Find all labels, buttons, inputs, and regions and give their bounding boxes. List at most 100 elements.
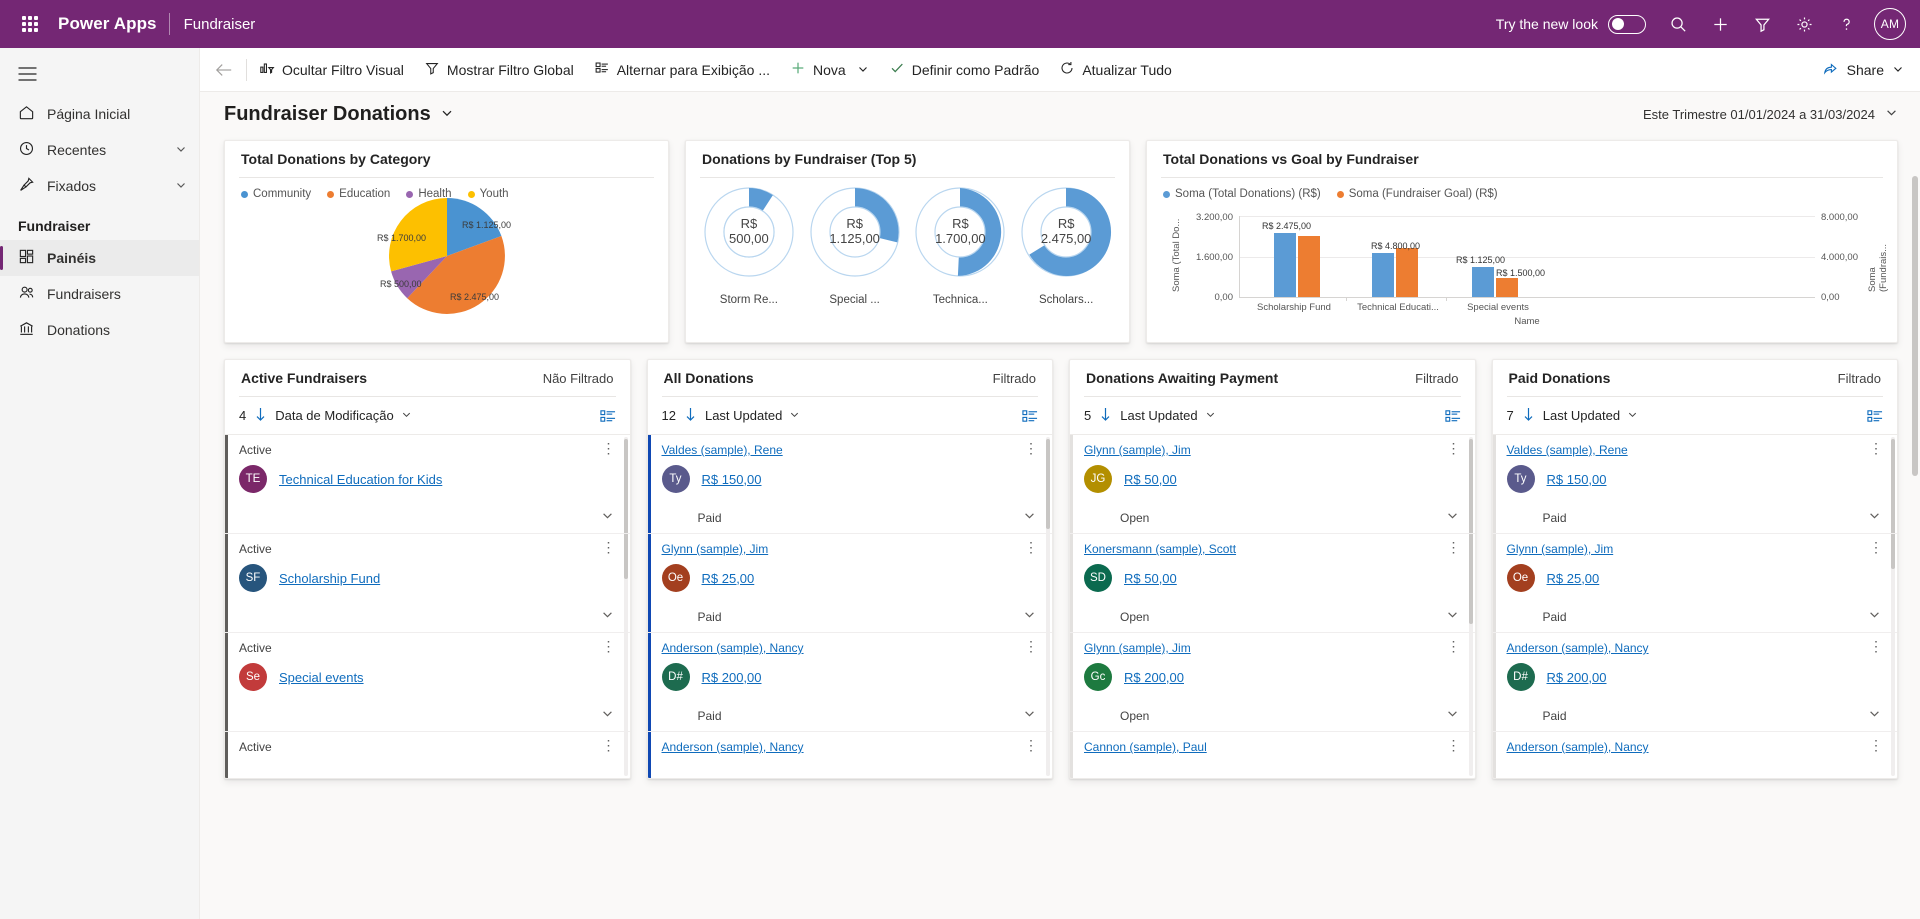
list-item[interactable]: Valdes (sample), Rene ⋮ Ty R$ 150,00 Pai… — [647, 435, 1052, 534]
overflow-menu-icon[interactable]: ⋮ — [1020, 738, 1042, 752]
overflow-menu-icon[interactable]: ⋮ — [1020, 441, 1042, 455]
contact-link[interactable]: Glynn (sample), Jim — [1507, 542, 1614, 556]
list-item[interactable]: Glynn (sample), Jim ⋮ JG R$ 50,00 Open — [1070, 435, 1475, 534]
amount-link[interactable]: R$ 25,00 — [1547, 571, 1600, 586]
bar-goal[interactable] — [1496, 278, 1518, 297]
chevron-down-icon[interactable] — [440, 103, 454, 126]
contact-link[interactable]: Anderson (sample), Nancy — [662, 740, 804, 754]
page-scrollbar[interactable] — [1912, 136, 1918, 796]
search-icon[interactable] — [1658, 4, 1698, 44]
overflow-menu-icon[interactable]: ⋮ — [1865, 540, 1887, 554]
sort-by-selector[interactable]: Last Updated — [1120, 408, 1215, 423]
donut-gauge[interactable]: R$ 2.475,00 Scholars... — [1016, 186, 1116, 306]
bar-donations[interactable] — [1472, 267, 1494, 297]
overflow-menu-icon[interactable]: ⋮ — [598, 738, 620, 752]
contact-link[interactable]: Glynn (sample), Jim — [1084, 443, 1191, 457]
sort-by-selector[interactable]: Last Updated — [1543, 408, 1638, 423]
list-item[interactable]: Anderson (sample), Nancy ⋮ D# R$ 200,00 … — [647, 633, 1052, 732]
contact-link[interactable]: Cannon (sample), Paul — [1084, 740, 1207, 754]
chevron-down-icon[interactable] — [1446, 707, 1465, 725]
brand-label[interactable]: Power Apps — [52, 14, 169, 34]
list-view-icon[interactable] — [1022, 409, 1038, 423]
waffle-icon[interactable] — [8, 0, 52, 48]
bar-goal[interactable] — [1396, 248, 1418, 297]
overflow-menu-icon[interactable]: ⋮ — [1020, 639, 1042, 653]
chevron-down-icon[interactable] — [175, 178, 187, 194]
sidebar-item-paineis[interactable]: Painéis — [0, 240, 199, 276]
record-link[interactable]: Technical Education for Kids — [279, 472, 442, 487]
list-view-icon[interactable] — [599, 409, 616, 423]
contact-link[interactable]: Anderson (sample), Nancy — [1507, 740, 1649, 754]
amount-link[interactable]: R$ 25,00 — [702, 571, 755, 586]
overflow-menu-icon[interactable]: ⋮ — [598, 639, 620, 653]
sort-desc-icon[interactable] — [1099, 407, 1112, 425]
app-name-label[interactable]: Fundraiser — [170, 16, 270, 33]
sort-desc-icon[interactable] — [684, 407, 697, 425]
list-body[interactable]: Valdes (sample), Rene ⋮ Ty R$ 150,00 Pai… — [1492, 435, 1897, 778]
overflow-menu-icon[interactable]: ⋮ — [1865, 738, 1887, 752]
chevron-down-icon[interactable] — [1446, 608, 1465, 626]
bar-donations[interactable] — [1274, 233, 1296, 297]
contact-link[interactable]: Glynn (sample), Jim — [662, 542, 769, 556]
record-link[interactable]: Scholarship Fund — [279, 571, 380, 586]
bar-donations[interactable] — [1372, 253, 1394, 297]
donut-gauge-set[interactable]: R$ 500,00 Storm Re... R$ 1.125,00 Specia… — [686, 178, 1129, 306]
set-as-default-button[interactable]: Definir como Padrão — [879, 50, 1050, 90]
list-item[interactable]: Active ⋮ TE Technical Education for Kids — [225, 435, 630, 534]
list-body[interactable]: Active ⋮ TE Technical Education for Kids — [225, 435, 630, 778]
amount-link[interactable]: R$ 200,00 — [1547, 670, 1607, 685]
list-item[interactable]: Glynn (sample), Jim ⋮ Gc R$ 200,00 Open — [1070, 633, 1475, 732]
hamburger-icon[interactable] — [0, 52, 199, 96]
chevron-down-icon[interactable] — [857, 62, 869, 78]
chevron-down-icon[interactable] — [601, 608, 620, 626]
overflow-menu-icon[interactable]: ⋮ — [598, 441, 620, 455]
avatar[interactable]: AM — [1874, 8, 1906, 40]
legend-item[interactable]: Soma (Total Donations) (R$) — [1163, 188, 1321, 200]
contact-link[interactable]: Glynn (sample), Jim — [1084, 641, 1191, 655]
sort-desc-icon[interactable] — [1522, 407, 1535, 425]
overflow-menu-icon[interactable]: ⋮ — [1020, 540, 1042, 554]
overflow-menu-icon[interactable]: ⋮ — [1443, 639, 1465, 653]
sidebar-item-recent[interactable]: Recentes — [0, 132, 199, 168]
new-button[interactable]: Nova — [780, 50, 879, 90]
sidebar-item-donations[interactable]: Donations — [0, 312, 199, 348]
donut-gauge[interactable]: R$ 1.700,00 Technica... — [910, 186, 1010, 306]
donut-gauge[interactable]: R$ 1.125,00 Special ... — [805, 186, 905, 306]
hide-visual-filter-button[interactable]: Ocultar Filtro Visual — [249, 50, 414, 90]
refresh-all-button[interactable]: Atualizar Tudo — [1049, 50, 1182, 90]
share-button[interactable]: Share — [1806, 50, 1920, 90]
list-item[interactable]: Konersmann (sample), Scott ⋮ SD R$ 50,00… — [1070, 534, 1475, 633]
chevron-down-icon[interactable] — [1023, 509, 1042, 527]
gear-icon[interactable] — [1784, 4, 1824, 44]
chevron-down-icon[interactable] — [175, 142, 187, 158]
amount-link[interactable]: R$ 50,00 — [1124, 472, 1177, 487]
chevron-down-icon[interactable] — [601, 509, 620, 527]
overflow-menu-icon[interactable]: ⋮ — [1865, 639, 1887, 653]
list-item[interactable]: Glynn (sample), Jim ⋮ Oe R$ 25,00 Paid — [647, 534, 1052, 633]
date-range-selector[interactable]: Este Trimestre 01/01/2024 a 31/03/2024 — [1643, 106, 1898, 122]
contact-link[interactable]: Valdes (sample), Rene — [1507, 443, 1628, 457]
list-item[interactable]: Anderson (sample), Nancy ⋮ — [647, 732, 1053, 778]
list-item[interactable]: Anderson (sample), Nancy ⋮ D# R$ 200,00 … — [1492, 633, 1897, 732]
chevron-down-icon[interactable] — [1023, 608, 1042, 626]
sidebar-item-home[interactable]: Página Inicial — [0, 96, 199, 132]
help-icon[interactable] — [1826, 4, 1866, 44]
sidebar-item-pinned[interactable]: Fixados — [0, 168, 199, 204]
bar-chart[interactable]: Soma (Total Do... Soma (Fundrais... 3.20… — [1147, 202, 1897, 342]
page-title[interactable]: Fundraiser Donations — [224, 103, 454, 126]
plus-icon[interactable] — [1700, 4, 1740, 44]
overflow-menu-icon[interactable]: ⋮ — [1443, 738, 1465, 752]
chevron-down-icon[interactable] — [1446, 509, 1465, 527]
contact-link[interactable]: Anderson (sample), Nancy — [662, 641, 804, 655]
overflow-menu-icon[interactable]: ⋮ — [1443, 441, 1465, 455]
sort-by-selector[interactable]: Last Updated — [705, 408, 800, 423]
amount-link[interactable]: R$ 200,00 — [702, 670, 762, 685]
record-link[interactable]: Special events — [279, 670, 364, 685]
chevron-down-icon[interactable] — [1868, 608, 1887, 626]
amount-link[interactable]: R$ 200,00 — [1124, 670, 1184, 685]
list-body[interactable]: Glynn (sample), Jim ⋮ JG R$ 50,00 Open K… — [1070, 435, 1475, 778]
chevron-down-icon[interactable] — [1885, 106, 1898, 122]
chevron-down-icon[interactable] — [1023, 707, 1042, 725]
list-body[interactable]: Valdes (sample), Rene ⋮ Ty R$ 150,00 Pai… — [647, 435, 1053, 778]
list-item[interactable]: Cannon (sample), Paul ⋮ — [1070, 732, 1475, 778]
